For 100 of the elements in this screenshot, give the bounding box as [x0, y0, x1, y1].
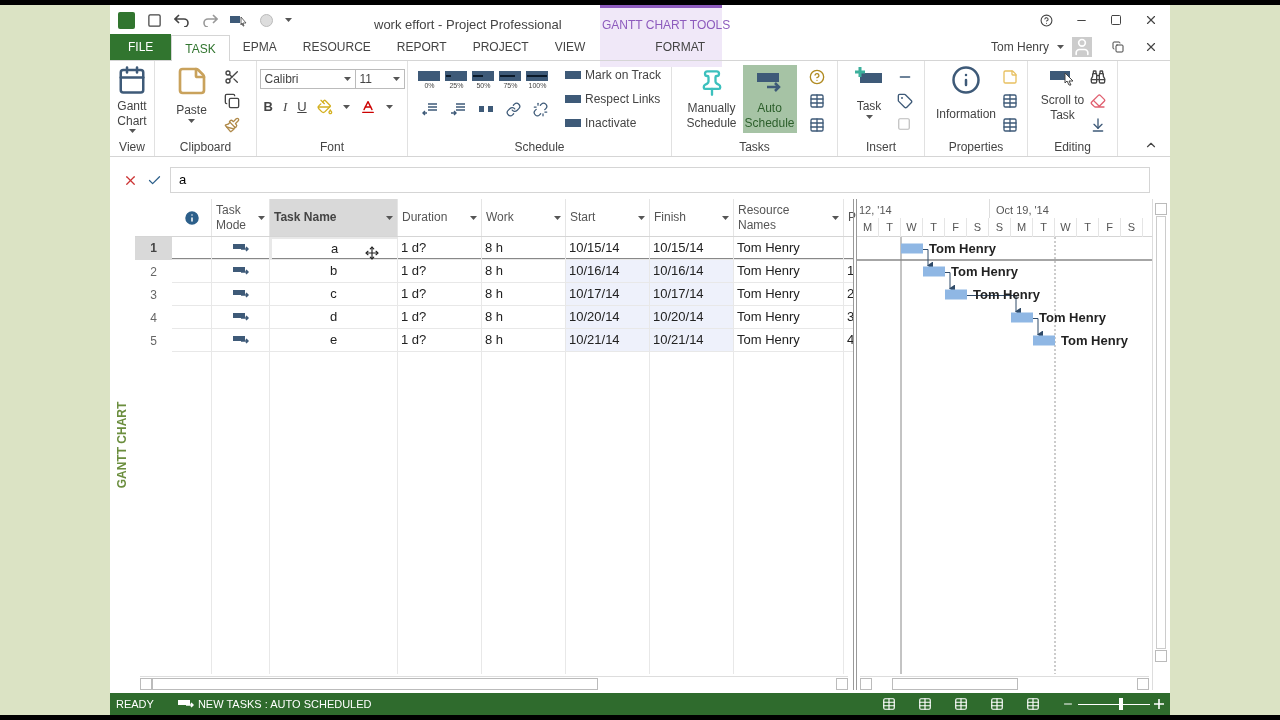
table-cell[interactable]: 10/16/14 — [566, 260, 650, 283]
schedule-command-button[interactable]: Inactivate — [565, 113, 661, 133]
close-icon[interactable] — [1144, 13, 1158, 27]
redo-icon[interactable] — [202, 13, 218, 27]
save-icon[interactable] — [147, 12, 162, 28]
zoom-thumb[interactable] — [1118, 698, 1123, 710]
row-number[interactable]: 2 — [135, 260, 172, 283]
dropdown-caret-icon — [1057, 45, 1064, 49]
deliverable-icon[interactable] — [897, 93, 913, 109]
information-button[interactable]: Information — [934, 65, 998, 123]
table-cell[interactable]: a — [270, 237, 398, 260]
clear-icon[interactable] — [1089, 93, 1106, 109]
gantt-chart-button[interactable]: Gantt Chart — [114, 65, 150, 133]
table-cell[interactable]: Tom Henry — [734, 329, 844, 352]
undo-icon[interactable] — [174, 13, 190, 27]
zoom-in-icon[interactable] — [1154, 699, 1164, 709]
table-cell[interactable]: 10/21/14 — [650, 329, 734, 352]
close-icon[interactable] — [1144, 40, 1158, 54]
ribbon-tab[interactable]: RESOURCE — [289, 34, 384, 60]
table-cell[interactable]: Tom Henry — [734, 260, 844, 283]
user-name[interactable]: Tom Henry — [991, 38, 1049, 56]
paste-button[interactable]: Paste — [171, 65, 212, 123]
table-cell[interactable]: 1 d? — [398, 306, 482, 329]
pointer-icon[interactable] — [230, 13, 248, 27]
table-cell[interactable]: e — [270, 329, 398, 352]
help-icon[interactable] — [1040, 13, 1053, 27]
table-cell[interactable]: b — [270, 260, 398, 283]
table-cell[interactable]: d — [270, 306, 398, 329]
copy-icon[interactable] — [223, 93, 240, 109]
schedule-command-button[interactable]: Respect Links — [565, 89, 661, 109]
file-tab[interactable]: FILE — [110, 34, 172, 60]
format-painter-icon[interactable] — [223, 117, 240, 133]
schedule-command-button[interactable]: Mark on Track — [565, 65, 661, 85]
row-number[interactable]: 3 — [135, 283, 172, 306]
table-cell[interactable]: 10/20/14 — [650, 306, 734, 329]
format-button[interactable]: U — [297, 97, 307, 117]
table-cell[interactable]: 1 d? — [398, 329, 482, 352]
ribbon-tab[interactable]: TASK — [171, 35, 230, 61]
ribbon-tab[interactable]: EPMA — [229, 34, 290, 60]
sheet-view-icon[interactable] — [990, 697, 1004, 711]
window-title: work effort - Project Professional — [374, 16, 562, 34]
unlink-icon[interactable] — [533, 102, 548, 117]
ribbon-tab[interactable]: VIEW — [541, 34, 599, 60]
table-cell[interactable]: 10/16/14 — [650, 260, 734, 283]
row-number[interactable]: 4 — [135, 306, 172, 329]
table-cell[interactable]: Tom Henry — [734, 306, 844, 329]
maximize-icon[interactable] — [1110, 14, 1122, 26]
font-name-field[interactable]: Calibri — [259, 69, 356, 89]
indent-icon[interactable] — [450, 102, 466, 116]
table-cell[interactable]: Tom Henry — [734, 283, 844, 306]
dropdown-caret-icon — [386, 215, 393, 220]
column-header[interactable]: Start — [566, 199, 650, 236]
new-tasks-status[interactable]: NEW TASKS : AUTO SCHEDULED — [197, 695, 372, 713]
insert-task-button[interactable]: Task — [849, 65, 889, 119]
bar-label: Tom Henry — [929, 240, 996, 256]
link-icon[interactable] — [506, 102, 521, 117]
table-cell[interactable]: 10/21/14 — [566, 329, 650, 352]
outdent-icon[interactable] — [422, 102, 438, 116]
format-button[interactable]: B — [263, 97, 273, 117]
table-cell[interactable]: 10/15/14 — [566, 237, 650, 260]
font-size-field[interactable]: 11 — [355, 69, 405, 89]
table-cell[interactable]: 1 d? — [398, 260, 482, 283]
table-cell[interactable]: 4 — [844, 329, 854, 352]
row-number[interactable]: 1 — [135, 237, 172, 260]
ribbon-tab[interactable]: FORMAT — [643, 34, 718, 60]
table-cell[interactable]: 10/17/14 — [650, 283, 734, 306]
scroll-to-task-button[interactable]: Scroll to Task — [1039, 65, 1086, 123]
day-label: S — [989, 218, 1011, 237]
cut-icon[interactable] — [223, 69, 240, 85]
table-cell[interactable]: 10/20/14 — [566, 306, 650, 329]
table-cell[interactable]: Tom Henry — [734, 237, 844, 260]
dropdown-caret-icon — [258, 215, 265, 220]
inspect-icon[interactable] — [808, 69, 825, 85]
find-icon[interactable] — [1089, 69, 1106, 85]
ribbon-tab[interactable]: PROJECT — [459, 34, 542, 60]
restore-icon[interactable] — [1112, 41, 1124, 53]
table-cell[interactable]: 1 d? — [398, 237, 482, 260]
table-cell[interactable]: c — [270, 283, 398, 306]
table-cell[interactable]: 1 d? — [398, 283, 482, 306]
schedule-mode-button[interactable]: Auto Schedule — [742, 65, 797, 133]
schedule-mode-button[interactable]: Manually Schedule — [684, 65, 739, 133]
column-header[interactable]: Resource Names — [734, 199, 844, 236]
horizontal-scrollbar[interactable] — [892, 677, 1018, 690]
view-icon[interactable] — [882, 697, 896, 711]
font-color-icon[interactable] — [359, 98, 376, 115]
column-header[interactable]: Finish — [650, 199, 734, 236]
column-header[interactable]: Work — [482, 199, 566, 236]
format-button[interactable]: I — [282, 97, 288, 117]
table-cell[interactable]: 8 h — [482, 237, 566, 260]
row-number[interactable]: 5 — [135, 329, 172, 352]
zoom-slider[interactable] — [1078, 698, 1150, 710]
vertical-scrollbar[interactable] — [1155, 216, 1166, 649]
horizontal-scrollbar[interactable] — [152, 677, 598, 690]
entry-field[interactable]: a — [170, 167, 1150, 193]
table-cell[interactable]: 10/15/14 — [650, 237, 734, 260]
column-header[interactable]: Duration — [398, 199, 482, 236]
ribbon-tab[interactable]: REPORT — [383, 34, 460, 60]
column-header[interactable]: Task Name — [270, 199, 398, 236]
table-cell[interactable]: 10/17/14 — [566, 283, 650, 306]
app-icon — [118, 11, 135, 29]
